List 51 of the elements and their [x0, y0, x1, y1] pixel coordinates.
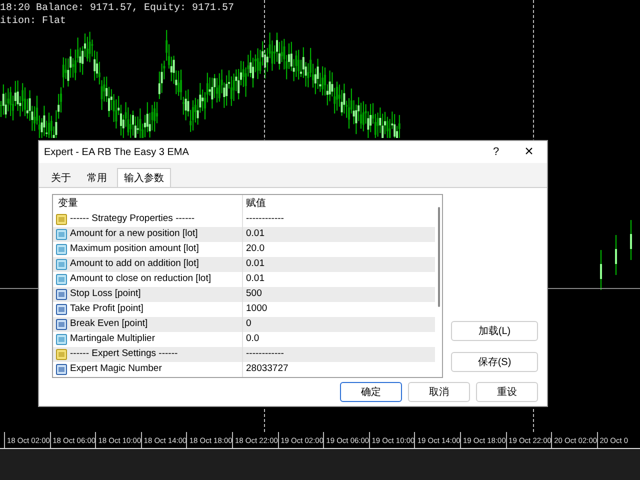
parameter-value[interactable]: 0.01 [243, 257, 264, 272]
parameter-name: Amount to close on reduction [lot] [70, 272, 211, 286]
fraction-type-icon [56, 259, 67, 270]
parameter-name: Expert Magic Number [70, 362, 162, 376]
text-type-icon [56, 349, 67, 360]
parameter-value[interactable]: 0 [243, 317, 252, 332]
number-type-icon [56, 289, 67, 300]
parameter-name: ------ Strategy Properties ------ [70, 212, 195, 226]
column-header: 变量 [53, 195, 243, 212]
chart-info-text: 18:20 Balance: 9171.57, Equity: 9171.57 [0, 2, 234, 15]
parameter-value[interactable]: 500 [243, 287, 262, 302]
fraction-type-icon [56, 274, 67, 285]
parameter-name: Break Even [point] [70, 317, 148, 332]
number-type-icon [56, 304, 67, 315]
window-title: Expert - EA RB The Easy 3 EMA [44, 146, 189, 160]
parameter-value[interactable]: 0.01 [243, 272, 264, 287]
dialog-button[interactable]: 取消 [408, 382, 470, 402]
parameter-value[interactable]: 0.01 [243, 227, 264, 242]
candlestick [630, 220, 632, 260]
candlestick [615, 234, 617, 276]
parameter-name: Amount to add on addition [lot] [70, 257, 199, 272]
side-button[interactable]: 保存(S) [451, 352, 538, 372]
fraction-type-icon [56, 229, 67, 240]
parameter-name: Amount for a new position [lot] [70, 227, 198, 242]
tab[interactable]: 常用 [81, 170, 113, 187]
parameter-value[interactable]: 1000 [243, 302, 268, 317]
parameter-value[interactable]: ------------ [243, 212, 284, 227]
parameter-name: Maximum position amount [lot] [70, 242, 199, 256]
tab[interactable]: 关于 [45, 170, 77, 187]
parameter-value[interactable]: 28033727 [243, 362, 288, 377]
parameter-name: Stop Loss [point] [70, 287, 141, 302]
number-type-icon [56, 364, 67, 375]
fraction-type-icon [56, 244, 67, 255]
tab[interactable]: 输入参数 [117, 168, 171, 187]
close-button[interactable]: × [511, 141, 547, 163]
dialog-button[interactable]: 重设 [476, 382, 538, 402]
number-type-icon [56, 319, 67, 330]
side-button[interactable]: 加载(L) [451, 321, 538, 341]
parameter-name: ------ Expert Settings ------ [70, 347, 178, 362]
help-button[interactable]: ? [481, 141, 511, 163]
fraction-type-icon [56, 334, 67, 345]
parameter-name: Martingale Multiplier [70, 332, 156, 346]
column-header: 赋值 [245, 196, 266, 211]
dialog-button[interactable]: 确定 [340, 382, 402, 402]
text-type-icon [56, 214, 67, 225]
chart-info-text: ition: Flat [0, 15, 68, 28]
parameter-value[interactable]: 20.0 [243, 242, 264, 257]
parameter-value[interactable]: 0.0 [243, 332, 260, 347]
parameter-value[interactable]: ------------ [243, 347, 284, 362]
parameter-name: Take Profit [point] [70, 302, 144, 316]
candlestick [600, 250, 602, 290]
